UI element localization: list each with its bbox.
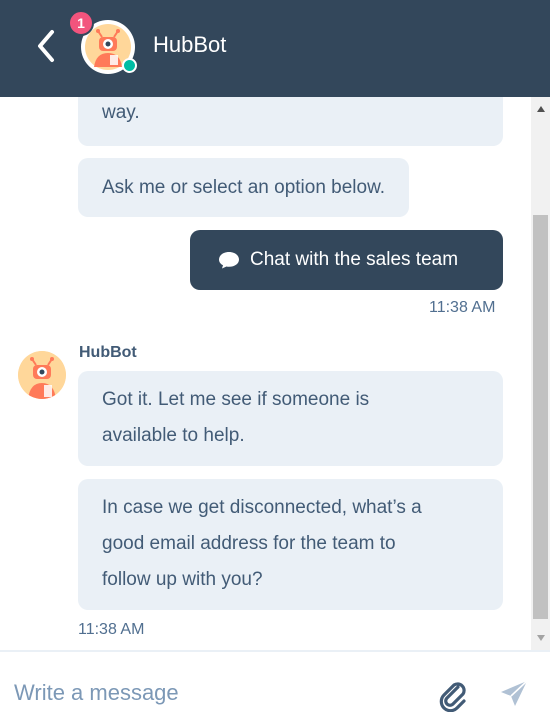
bot-message: Got it. Let me see if someone is availab… [78,371,503,466]
paperclip-icon [439,682,466,713]
back-button[interactable] [32,28,62,64]
chat-header: 1 HubBot [0,0,550,97]
message-line: good email address for the team to [102,533,396,554]
scroll-down-arrow[interactable] [531,626,550,650]
user-message: Chat with the sales team [190,230,503,290]
notification-badge: 1 [68,10,94,36]
message-line: follow up with you? [102,569,263,590]
chat-bubble-icon [219,252,239,269]
send-icon [501,680,528,706]
message-composer [0,650,550,726]
bot-message: Ask me or select an option below. [78,158,410,217]
bot-message: way. [78,97,503,146]
send-button[interactable] [498,678,530,710]
header-title: HubBot [153,32,227,57]
message-input[interactable] [14,680,414,706]
caret-down-icon [536,635,545,641]
message-line: In case we get disconnected, what’s a [102,497,422,518]
message-text: Chat with the sales team [250,249,459,270]
scroll-up-arrow[interactable] [531,97,550,121]
chevron-left-icon [38,30,54,62]
message-text: way. [102,102,140,123]
bot-avatar [18,351,66,399]
scrollbar-thumb[interactable] [533,215,548,619]
attach-button[interactable] [436,678,470,713]
sender-name: HubBot [79,344,137,361]
message-thread[interactable]: way. Ask me or select an option below. C… [0,97,531,650]
user-message-timestamp: 11:38 AM [429,299,496,316]
message-text: Ask me or select an option below. [102,177,386,198]
bot-message-timestamp: 11:38 AM [78,621,145,638]
bot-avatar-header: 1 [68,10,137,74]
message-line: available to help. [102,425,245,446]
robot-icon [18,351,66,399]
message-line: Got it. Let me see if someone is [102,389,370,410]
scrollbar[interactable] [531,97,550,650]
caret-up-icon [536,106,545,112]
online-status-dot [122,58,137,73]
bot-message: In case we get disconnected, what’s a go… [78,479,503,610]
